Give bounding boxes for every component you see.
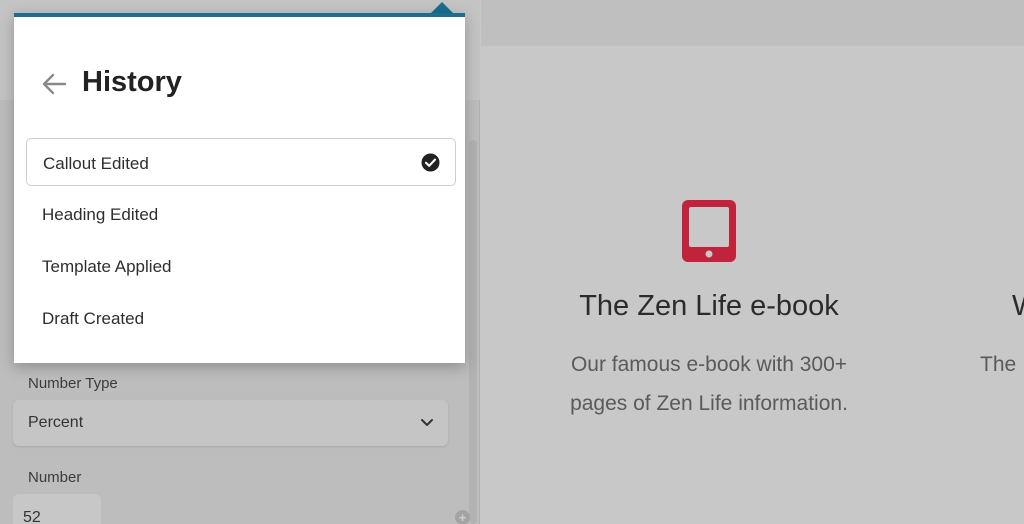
history-item-label: Template Applied — [42, 257, 172, 276]
card2-title: W — [1012, 290, 1024, 323]
history-popover: History Callout Edited Heading Edited Te… — [14, 13, 465, 363]
tablet-icon — [682, 200, 736, 262]
number-value: 52 — [23, 509, 41, 524]
card-title: The Zen Life e-book — [579, 290, 839, 322]
preview-topbar — [481, 0, 1024, 46]
number-type-value: Percent — [28, 414, 84, 431]
number-input[interactable]: 52 — [13, 494, 101, 524]
history-item-callout-edited[interactable]: Callout Edited — [26, 138, 456, 186]
number-type-label: Number Type — [28, 375, 118, 392]
chevron-down-icon — [421, 419, 433, 426]
history-item-draft-created[interactable]: Draft Created — [26, 294, 456, 342]
history-item-template-applied[interactable]: Template Applied — [26, 242, 456, 290]
popover-arrow — [431, 2, 453, 13]
card-description-line: pages of Zen Life information. — [570, 392, 848, 415]
card-description-line: Our famous e-book with 300+ — [570, 353, 848, 376]
page-preview: The Zen Life e-book Our famous e-book wi… — [481, 0, 1024, 524]
card-description: Our famous e-book with 300+ pages of Zen… — [481, 345, 937, 423]
number-label: Number — [28, 469, 82, 486]
check-circle-icon — [421, 153, 440, 172]
popover-title: History — [82, 66, 182, 98]
card2-description: The — [980, 353, 1017, 376]
history-item-label: Heading Edited — [42, 205, 159, 224]
history-item-label: Draft Created — [42, 309, 145, 328]
sidebar-scrollbar[interactable] — [469, 140, 477, 524]
back-arrow-icon[interactable] — [40, 71, 68, 97]
plus-circle-icon[interactable]: + — [455, 510, 470, 524]
history-item-heading-edited[interactable]: Heading Edited — [26, 190, 456, 238]
number-type-select[interactable]: Percent — [13, 400, 448, 446]
history-item-label: Callout Edited — [43, 154, 149, 173]
